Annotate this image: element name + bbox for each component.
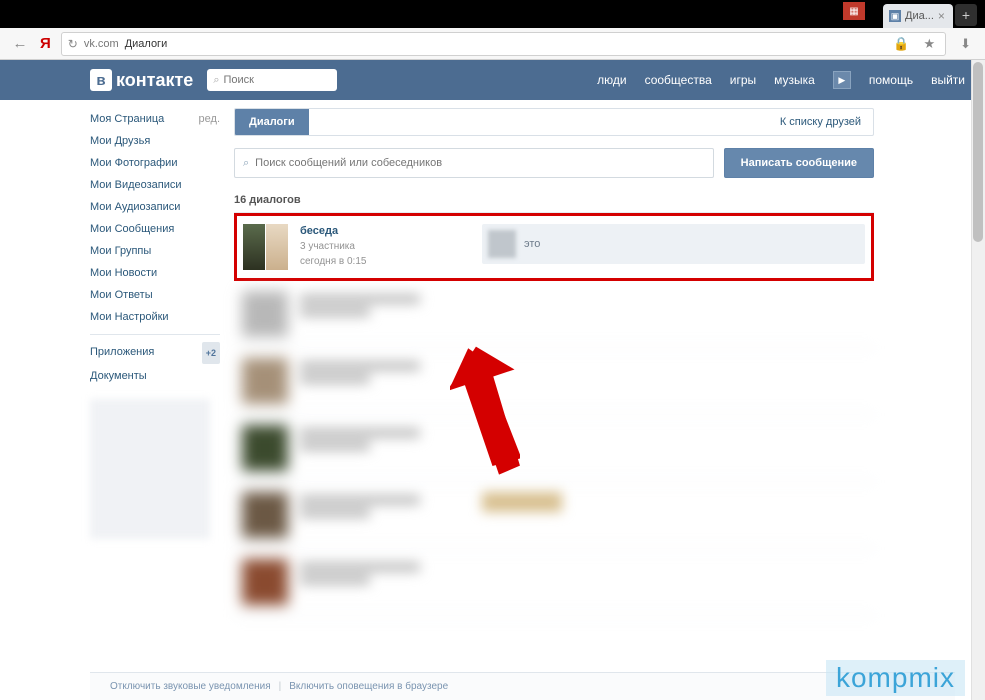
dialog-avatar (242, 358, 288, 404)
sidebar-item-audio[interactable]: Мои Аудиозаписи (90, 196, 220, 218)
preview-text: это (524, 238, 540, 250)
main-column: Диалоги К списку друзей ⌕ Написать сообщ… (234, 108, 874, 616)
dialog-time: сегодня в 0:15 (300, 254, 470, 269)
nav-communities[interactable]: сообщества (645, 73, 712, 87)
sidebar-item-photos[interactable]: Мои Фотографии (90, 152, 220, 174)
browser-tab-strip: ▦ ▣ Диа... × + (0, 0, 985, 28)
nav-people[interactable]: люди (597, 73, 626, 87)
dialog-row[interactable] (234, 549, 874, 616)
messages-search-input[interactable] (255, 157, 705, 169)
sidebar-item-label: Мои Фотографии (90, 153, 177, 173)
tab-dialogs[interactable]: Диалоги (235, 109, 309, 135)
window-app-icon: ▦ (843, 2, 865, 20)
dialogs-tabbar: Диалоги К списку друзей (234, 108, 874, 136)
sidebar-item-groups[interactable]: Мои Группы (90, 240, 220, 262)
sidebar-item-mypage[interactable]: Моя Страница ред. (90, 108, 220, 130)
sidebar-item-label: Мои Сообщения (90, 219, 174, 239)
sidebar-item-settings[interactable]: Мои Настройки (90, 306, 220, 328)
dialog-avatar (242, 492, 288, 538)
yandex-logo[interactable]: Я (40, 35, 51, 52)
address-bar[interactable]: ↻ vk.com Диалоги 🔒 ★ (61, 32, 946, 56)
sidebar-item-label: Мои Ответы (90, 285, 153, 305)
page-viewport: в контакте ⌕ люди сообщества игры музыка… (0, 60, 985, 700)
vk-logo-badge: в (90, 69, 112, 91)
sidebar-divider (90, 334, 220, 335)
sidebar-item-docs[interactable]: Документы (90, 365, 220, 387)
sidebar-edit-link[interactable]: ред. (199, 109, 220, 129)
tab-close-icon[interactable]: × (938, 9, 945, 23)
sidebar-item-label: Документы (90, 366, 147, 386)
browser-toolbar: ← Я ↻ vk.com Диалоги 🔒 ★ ⬇ (0, 28, 985, 60)
vk-header: в контакте ⌕ люди сообщества игры музыка… (0, 60, 985, 100)
bookmark-star-icon[interactable]: ★ (919, 36, 939, 52)
dialog-avatar (242, 559, 288, 605)
apps-badge: +2 (202, 342, 220, 364)
dialog-list: беседа 3 участника сегодня в 0:15 это (234, 212, 874, 616)
dialog-avatar (242, 425, 288, 471)
nav-music[interactable]: музыка (774, 73, 815, 87)
nav-games[interactable]: игры (730, 73, 756, 87)
search-icon: ⌕ (213, 74, 219, 87)
vertical-scrollbar[interactable] (971, 60, 985, 700)
dialogs-count: 16 диалогов (234, 194, 874, 206)
url-domain: vk.com (84, 38, 119, 50)
nav-logout[interactable]: выйти (931, 73, 965, 87)
url-title: Диалоги (125, 38, 168, 50)
dialog-row[interactable] (234, 415, 874, 482)
dialog-avatar (242, 291, 288, 337)
sidebar-item-label: Мои Аудиозаписи (90, 197, 180, 217)
vk-logo[interactable]: в контакте (90, 69, 193, 91)
dialog-row[interactable] (234, 281, 874, 348)
lock-icon: 🔒 (889, 36, 913, 52)
sidebar-item-apps[interactable]: Приложения +2 (90, 341, 220, 365)
sidebar-item-answers[interactable]: Мои Ответы (90, 284, 220, 306)
dialog-row[interactable] (234, 482, 874, 549)
footer-notif-link[interactable]: Включить оповещения в браузере (289, 681, 448, 692)
back-button[interactable]: ← (10, 34, 30, 54)
compose-button[interactable]: Написать сообщение (724, 148, 874, 178)
browser-tab-title: Диа... (905, 10, 934, 22)
friends-list-link[interactable]: К списку друзей (768, 116, 873, 128)
messages-search[interactable]: ⌕ (234, 148, 714, 178)
browser-tab[interactable]: ▣ Диа... × (883, 4, 953, 28)
reload-icon[interactable]: ↻ (68, 37, 78, 51)
sidebar-item-label: Мои Новости (90, 263, 157, 283)
vk-logo-text: контакте (116, 70, 193, 91)
chat-avatar (243, 224, 288, 270)
dialog-row-highlighted[interactable]: беседа 3 участника сегодня в 0:15 это (234, 213, 874, 281)
sidebar-item-label: Мои Друзья (90, 131, 150, 151)
tab-vk-icon: ▣ (889, 10, 901, 22)
sidebar-item-messages[interactable]: Мои Сообщения (90, 218, 220, 240)
sidebar-ad-block[interactable] (90, 399, 210, 539)
sidebar-item-videos[interactable]: Мои Видеозаписи (90, 174, 220, 196)
preview-avatar (488, 230, 516, 258)
sidebar-item-label: Мои Группы (90, 241, 151, 261)
sidebar-item-label: Приложения (90, 342, 154, 364)
dialog-row[interactable] (234, 348, 874, 415)
dialog-title: беседа (300, 224, 470, 239)
nav-help[interactable]: помощь (869, 73, 913, 87)
downloads-icon[interactable]: ⬇ (956, 36, 975, 52)
sidebar-item-news[interactable]: Мои Новости (90, 262, 220, 284)
search-icon: ⌕ (243, 157, 249, 170)
watermark: kompmix (826, 660, 965, 696)
footer-separator: | (279, 681, 282, 692)
scrollbar-thumb[interactable] (973, 62, 983, 242)
music-play-icon[interactable]: ▶ (833, 71, 851, 89)
footer-sound-link[interactable]: Отключить звуковые уведомления (110, 681, 271, 692)
sidebar-item-label: Мои Настройки (90, 307, 169, 327)
header-nav: люди сообщества игры музыка ▶ помощь вый… (597, 71, 965, 89)
header-search[interactable]: ⌕ (207, 69, 337, 91)
sidebar-item-friends[interactable]: Мои Друзья (90, 130, 220, 152)
header-search-input[interactable] (223, 74, 313, 86)
new-tab-button[interactable]: + (955, 4, 977, 26)
sidebar-item-label: Моя Страница (90, 109, 164, 129)
dialog-members: 3 участника (300, 239, 470, 254)
dialog-preview: это (482, 224, 865, 264)
left-sidebar: Моя Страница ред. Мои Друзья Мои Фотогра… (90, 108, 220, 616)
sidebar-item-label: Мои Видеозаписи (90, 175, 182, 195)
